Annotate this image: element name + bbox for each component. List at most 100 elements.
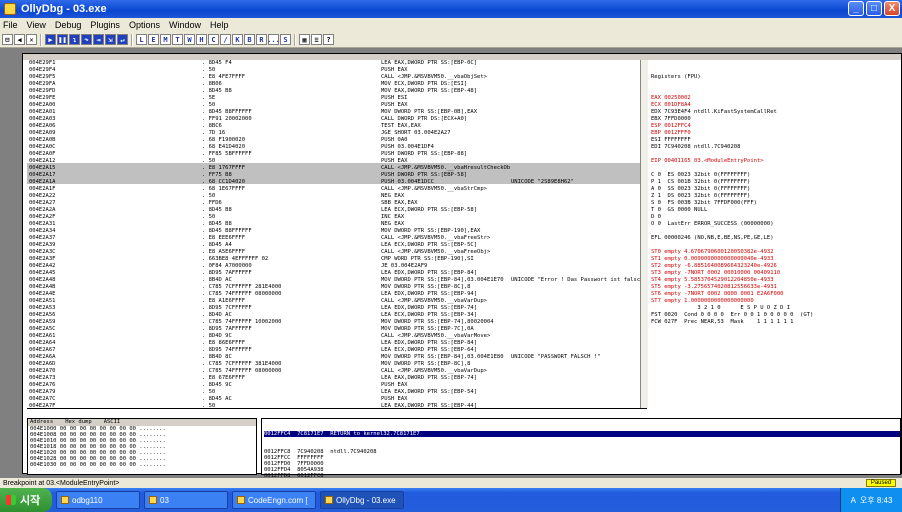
disasm-comment[interactable] bbox=[511, 74, 646, 81]
disasm-comment[interactable]: UNICODE "Error ! Das Passwort ist falsch… bbox=[511, 277, 646, 284]
disasm-address[interactable]: 004E2A37 bbox=[29, 235, 84, 242]
trace-over-icon[interactable]: ⇲ bbox=[105, 34, 116, 45]
disasm-hex[interactable]: . 8D45 A4 bbox=[202, 242, 377, 249]
disasm-comment[interactable] bbox=[511, 242, 646, 249]
taskbar-item-codeengn[interactable]: CodeEngn.com [ bbox=[232, 491, 316, 509]
disasm-hex[interactable]: . 8B4D AC bbox=[202, 277, 377, 284]
register-row[interactable]: FST 0020 Cond 0 0 0 0 Err 0 0 1 0 0 0 0 … bbox=[651, 312, 901, 319]
disasm-address[interactable]: 004E2A3F bbox=[29, 256, 84, 263]
disasm-hex[interactable]: . FF85 5BFFFFFF bbox=[202, 151, 377, 158]
disasm-comment[interactable] bbox=[511, 200, 646, 207]
disasm-hex[interactable]: . 7D 16 bbox=[202, 130, 377, 137]
disasm-hex[interactable]: . 8D45 B8 bbox=[202, 207, 377, 214]
disasm-address[interactable]: 004E29FA bbox=[29, 81, 84, 88]
disasm-address[interactable]: 004E2A70 bbox=[29, 368, 84, 375]
disasm-instruction[interactable]: INC EAX bbox=[381, 214, 511, 221]
disasm-address[interactable]: 004E29F4 bbox=[29, 67, 84, 74]
disasm-comment[interactable] bbox=[511, 319, 646, 326]
references-button[interactable]: R bbox=[256, 34, 267, 45]
disasm-hex[interactable]: . 5E bbox=[202, 95, 377, 102]
register-row[interactable]: A 0 SS 0023 32bit 0(FFFFFFFF) bbox=[651, 186, 901, 193]
disasm-comment[interactable] bbox=[511, 81, 646, 88]
disasm-hex[interactable]: . C785 7CFFFFFF 381E4000 bbox=[202, 361, 377, 368]
execute-till-return-icon[interactable]: ↵ bbox=[117, 34, 128, 45]
disasm-instruction[interactable]: PUSH 03.004E1DF4 bbox=[381, 144, 511, 151]
stack-selected-row[interactable]: 0012FFC4 7C8171E7 RETURN to kernel32.7C8… bbox=[264, 431, 900, 437]
disasm-hex[interactable]: . 68 CC1D4020 bbox=[202, 179, 377, 186]
dump-ascii-header[interactable]: ASCII bbox=[104, 419, 121, 426]
disasm-hex[interactable]: . 0F84 A7000000 bbox=[202, 263, 377, 270]
taskbar-item-odbg110[interactable]: odbg110 bbox=[56, 491, 140, 509]
disasm-comment[interactable] bbox=[511, 249, 646, 256]
disasm-address[interactable]: 004E2A22 bbox=[29, 193, 84, 200]
disasm-hex[interactable]: . C785 74FFFFFF 08000000 bbox=[202, 368, 377, 375]
disasm-hex[interactable]: . 8D45 B8FFFFFF bbox=[202, 109, 377, 116]
disasm-hex[interactable]: . 50 bbox=[202, 193, 377, 200]
disasm-comment[interactable] bbox=[511, 186, 646, 193]
disasm-instruction[interactable]: LEA EAX,DWORD PTR SS:[EBP-0C] bbox=[381, 60, 511, 67]
disasm-address[interactable]: 004E2A4B bbox=[29, 284, 84, 291]
registers-pane[interactable]: Registers (FPU) EAX 00250002 ECX 001DF8A4… bbox=[651, 60, 901, 408]
menu-help[interactable]: Help bbox=[210, 20, 229, 30]
disasm-instruction[interactable]: MOV DWORD PTR SS:[EBP-7C],0A bbox=[381, 326, 511, 333]
disasm-address[interactable]: 004E2A15 bbox=[29, 165, 84, 172]
step-over-icon[interactable]: ↷ bbox=[81, 34, 92, 45]
disasm-address[interactable]: 004E2A01 bbox=[29, 109, 84, 116]
memory-window-button[interactable]: M bbox=[160, 34, 171, 45]
disasm-comment[interactable] bbox=[511, 60, 646, 67]
disasm-instruction[interactable]: PUSH DWORD PTR SS:[EBP-58] bbox=[381, 172, 511, 179]
disasm-hex[interactable]: . E8 EEE6FFFF bbox=[202, 235, 377, 242]
disasm-address[interactable]: 004E29F1 bbox=[29, 60, 84, 67]
disasm-comment[interactable] bbox=[511, 158, 646, 165]
disasm-address[interactable]: 004E29FD bbox=[29, 88, 84, 95]
disasm-hex[interactable]: . C785 74FFFFFF 10002000 bbox=[202, 319, 377, 326]
disasm-comment[interactable] bbox=[511, 137, 646, 144]
disasm-address[interactable]: 004E2A00 bbox=[29, 102, 84, 109]
disasm-instruction[interactable]: CALL <JMP.&MSVBVM50.__vbaHresultCheckOb bbox=[381, 165, 511, 172]
disasm-instruction[interactable]: MOV DWORD PTR SS:[EBP-84],03.004E1E70 bbox=[381, 277, 511, 284]
disasm-hex[interactable]: . E8 4FE7FFFF bbox=[202, 74, 377, 81]
disasm-hex[interactable]: . 8B06 bbox=[202, 81, 377, 88]
call-stack-button[interactable]: K bbox=[232, 34, 243, 45]
disasm-comment[interactable] bbox=[511, 109, 646, 116]
title-bar[interactable]: OllyDbg - 03.exe _ □ X bbox=[0, 0, 902, 18]
register-row[interactable]: P 1 CS 001B 32bit 0(FFFFFFFF) bbox=[651, 179, 901, 186]
disasm-instruction[interactable]: CALL <JMP.&MSVBVM50.__vbaVarDup> bbox=[381, 298, 511, 305]
disasm-comment[interactable] bbox=[511, 382, 646, 389]
taskbar-item-03[interactable]: 03 bbox=[144, 491, 228, 509]
disasm-hex[interactable]: . 8D45 B8 bbox=[202, 88, 377, 95]
disasm-comment[interactable] bbox=[511, 95, 646, 102]
disasm-hex[interactable]: . 8D45 F4 bbox=[202, 60, 377, 67]
menu-options[interactable]: Options bbox=[129, 20, 160, 30]
disasm-address[interactable]: 004E2A45 bbox=[29, 270, 84, 277]
disasm-comment[interactable]: UNICODE "2S89E8H62" bbox=[511, 179, 646, 186]
disasm-hex[interactable]: . 8D4D 9C bbox=[202, 333, 377, 340]
disasm-address[interactable]: 004E2A73 bbox=[29, 375, 84, 382]
disasm-instruction[interactable]: MOV DWORD PTR SS:[EBP-74],80020004 bbox=[381, 319, 511, 326]
dump-hex-header[interactable]: Hex dump bbox=[65, 419, 92, 426]
disasm-instruction[interactable]: LEA EDX,DWORD PTR SS:[EBP-84] bbox=[381, 340, 511, 347]
disasm-hex[interactable]: . E8 86E6FFFF bbox=[202, 340, 377, 347]
disasm-hex[interactable]: . FFD6 bbox=[202, 200, 377, 207]
close-button[interactable]: X bbox=[884, 1, 900, 16]
disasm-address[interactable]: 004E2A7C bbox=[29, 396, 84, 403]
disasm-address[interactable]: 004E2A79 bbox=[29, 389, 84, 396]
disasm-instruction[interactable]: MOV DWORD PTR SS:[EBP-8C],8 bbox=[381, 361, 511, 368]
disasm-hex[interactable]: . 50 bbox=[202, 67, 377, 74]
dump-row[interactable]: 004E1030 00 00 00 00 00 00 00 00 .......… bbox=[30, 462, 256, 468]
menu-view[interactable]: View bbox=[27, 20, 46, 30]
register-row[interactable]: ST7 empty 1.0000000000000000000 bbox=[651, 298, 901, 305]
disasm-address[interactable]: 004E2A42 bbox=[29, 263, 84, 270]
disasm-instruction[interactable]: LEA ECX,DWORD PTR SS:[EBP-64] bbox=[381, 347, 511, 354]
disasm-address[interactable]: 004E2A27 bbox=[29, 200, 84, 207]
disasm-instruction[interactable]: CALL <JMP.&MSVBVM50.__vbaFreeObj> bbox=[381, 249, 511, 256]
disasm-hex[interactable]: . 663BE8 4EFFFFFF 02 bbox=[202, 256, 377, 263]
disasm-address[interactable]: 004E2A3C bbox=[29, 249, 84, 256]
register-row[interactable]: 3 2 1 0 E S P U O Z D I bbox=[651, 305, 901, 312]
register-row[interactable]: D 0 bbox=[651, 214, 901, 221]
disasm-comment[interactable] bbox=[511, 228, 646, 235]
disasm-comment[interactable] bbox=[511, 144, 646, 151]
disasm-address[interactable]: 004E2A67 bbox=[29, 347, 84, 354]
disasm-instruction[interactable]: MOV EAX,DWORD PTR SS:[EBP-48] bbox=[381, 88, 511, 95]
register-row[interactable]: ST3 empty -7NORT 0002 00010000 00409110 bbox=[651, 270, 901, 277]
